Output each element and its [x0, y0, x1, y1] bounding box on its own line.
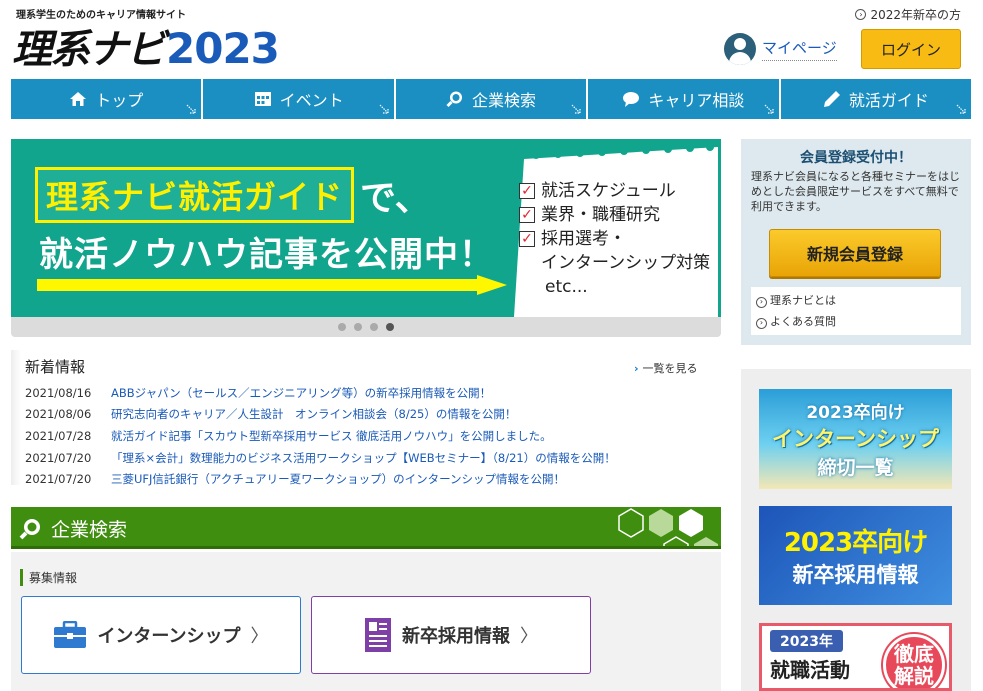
- pencil-icon: [823, 91, 840, 107]
- circle-arrow-icon: ›: [855, 9, 867, 20]
- news-item[interactable]: 2021/08/06 研究志向者のキャリア／人生設計 オンライン相談会（8/25）…: [25, 404, 715, 426]
- news-item[interactable]: 2021/07/20 「理系×会計」数理能力のビジネス活用ワークショップ【WEBセ…: [25, 447, 715, 469]
- news-item[interactable]: 2021/07/20 三菱UFJ信託銀行（アクチュアリー夏ワークショップ）のインタ…: [25, 468, 715, 490]
- nav-item-job-guide[interactable]: 就活ガイド: [780, 79, 972, 119]
- registration-title: 会員登録受付中！: [800, 150, 912, 166]
- chevron-right-icon: 〉: [250, 626, 269, 647]
- magnifier-icon: [19, 519, 40, 540]
- checklist-item-continued: インターンシップ対策: [541, 253, 711, 273]
- company-search-title: 企業検索: [51, 519, 128, 541]
- checkbox-checked-icon: ✓: [519, 207, 535, 223]
- nav-item-label: トップ: [95, 91, 144, 110]
- ad-seal-badge: 徹底 解説: [883, 634, 945, 688]
- banner-checklist: ✓ 就活スケジュール ✓ 業界・職種研究 ✓ 採用選考・ インターンシップ対策 etc…: [519, 179, 710, 299]
- checklist-item: ✓ 就活スケジュール: [519, 179, 710, 203]
- company-search-header: 企業検索: [11, 507, 721, 549]
- page: 理系学生のためのキャリア情報サイト 理系ナビ 2023 › 2022年新卒の方 …: [0, 0, 983, 691]
- corner-arrow-icon: [764, 104, 774, 114]
- prev-year-link[interactable]: › 2022年新卒の方: [855, 6, 961, 23]
- nav-item-event[interactable]: イベント: [203, 79, 394, 119]
- speech-bubble-icon: [623, 92, 640, 107]
- hexagon-decoration: [618, 508, 718, 546]
- checkbox-checked-icon: ✓: [519, 183, 535, 199]
- circle-arrow-icon: ›: [756, 317, 767, 329]
- news-item[interactable]: 2021/08/16 ABBジャパン（セールス／エンジニアリング等）の新卒採用情報…: [25, 382, 715, 404]
- ad-year-pill: 2023年: [770, 630, 843, 652]
- nav-item-label: 企業検索: [472, 91, 537, 110]
- mypage-link[interactable]: マイページ: [724, 33, 837, 65]
- banner-arrow-graphic: [37, 275, 507, 295]
- corner-arrow-icon: [186, 104, 197, 114]
- mypage-label: マイページ: [762, 37, 837, 61]
- document-icon: [365, 618, 391, 652]
- corner-arrow-icon: [571, 104, 581, 114]
- site-logo[interactable]: 理系ナビ 2023: [12, 20, 280, 73]
- circle-arrow-icon: ›: [756, 296, 767, 308]
- magnifier-icon: [446, 91, 462, 108]
- slider-pagination: [11, 317, 721, 337]
- checkbox-checked-icon: ✓: [519, 231, 535, 247]
- banner-highlight-suffix: で、: [360, 178, 431, 219]
- ad-newgrad-recruit[interactable]: 2023卒向け 新卒採用情報: [759, 506, 952, 605]
- nav-item-top[interactable]: トップ: [11, 79, 202, 119]
- banner-headline: 理系ナビ就活ガイド で、: [35, 167, 431, 223]
- about-link[interactable]: › 理系ナビとは: [756, 290, 956, 311]
- banner-highlight: 理系ナビ就活ガイド: [35, 167, 355, 223]
- registration-description: 理系ナビ会員になると各種セミナーをはじめとした会員限定サービスをすべて無料で利用…: [751, 170, 960, 213]
- corner-arrow-icon: [379, 104, 389, 114]
- calendar-icon: [254, 92, 271, 106]
- internship-label: インターンシップ: [97, 626, 241, 647]
- ad-job-hunting-guide[interactable]: 2023年 就職活動 徹底 解説: [759, 623, 952, 691]
- news-item[interactable]: 2021/07/28 就活ガイド記事「スカウト型新卒採用サービス 徹底活用ノウハウ…: [25, 425, 715, 447]
- internship-button[interactable]: インターンシップ 〉: [21, 596, 301, 674]
- logo-year: 2023: [166, 24, 280, 73]
- register-button[interactable]: 新規会員登録: [769, 229, 941, 277]
- faq-link[interactable]: › よくある質問: [756, 311, 956, 332]
- registration-box: 会員登録受付中！ 理系ナビ会員になると各種セミナーをはじめとした会員限定サービス…: [741, 139, 971, 345]
- chevron-right-icon: 〉: [520, 626, 538, 647]
- checklist-etc: etc...: [545, 277, 588, 297]
- ad-internship-deadlines[interactable]: 2023卒向け インターンシップ 締切一覧: [759, 389, 952, 489]
- nav-item-career-consult[interactable]: キャリア相談: [588, 79, 779, 119]
- news-title: 新着情報: [25, 358, 86, 376]
- news-list: 2021/08/16 ABBジャパン（セールス／エンジニアリング等）の新卒採用情報…: [25, 382, 715, 490]
- slide-dot-1[interactable]: [338, 323, 346, 331]
- newgrad-button[interactable]: 新卒採用情報 〉: [311, 596, 591, 674]
- briefcase-icon: [54, 621, 87, 648]
- checklist-item: ✓ 業界・職種研究: [519, 203, 710, 227]
- slide-dot-2[interactable]: [354, 323, 362, 331]
- user-avatar-icon: [724, 33, 756, 65]
- nav-item-label: イベント: [279, 91, 344, 110]
- hero-banner[interactable]: 理系ナビ就活ガイド で、 就活ノウハウ記事を公開中！ ✓ 就活スケジュール ✓ 業界…: [11, 139, 721, 317]
- news-view-all-link[interactable]: 一覧を見る: [634, 360, 698, 376]
- corner-arrow-icon: [956, 104, 966, 114]
- checklist-item: ✓ 採用選考・: [519, 227, 710, 251]
- news-left-shadow: [11, 350, 21, 485]
- logo-text: 理系ナビ: [12, 27, 166, 73]
- newgrad-label: 新卒採用情報: [402, 626, 510, 647]
- site-tagline: 理系学生のためのキャリア情報サイト: [16, 10, 186, 21]
- nav-item-label: 就活ガイド: [848, 91, 929, 110]
- main-nav: トップ イベント 企業検索 キャリア相談 就活ガイド: [11, 79, 972, 119]
- login-button[interactable]: ログイン: [861, 29, 961, 69]
- nav-item-company-search[interactable]: 企業検索: [395, 79, 587, 119]
- prev-year-label: 2022年新卒の方: [870, 8, 961, 22]
- slide-dot-4[interactable]: [386, 323, 394, 331]
- registration-links: › 理系ナビとは › よくある質問: [751, 287, 961, 335]
- nav-item-label: キャリア相談: [648, 91, 745, 110]
- slide-dot-3[interactable]: [370, 323, 378, 331]
- recruit-info-heading: 募集情報: [20, 569, 77, 586]
- home-icon: [70, 92, 87, 106]
- banner-subline: 就活ノウハウ記事を公開中！: [39, 235, 494, 275]
